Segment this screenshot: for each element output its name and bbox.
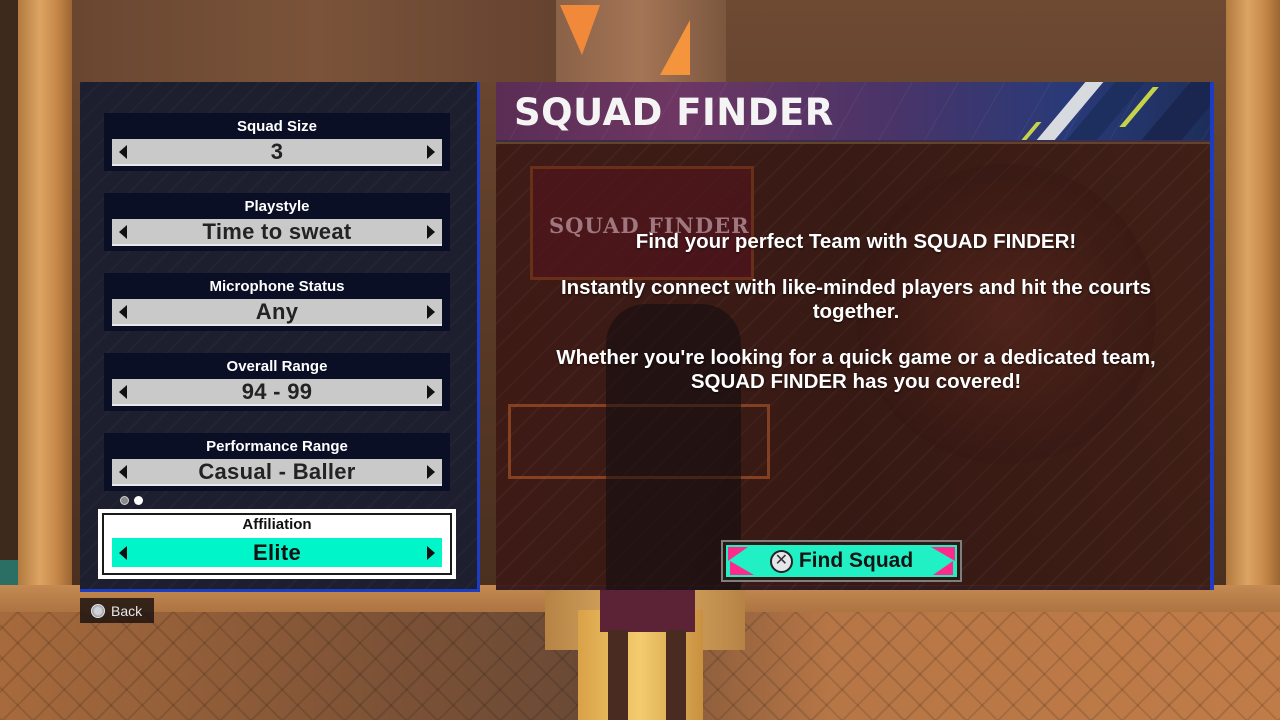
filter-label: Overall Range xyxy=(226,358,328,375)
cross-button-icon: ✕ xyxy=(769,549,793,573)
info-body: SQUAD FINDER Find your perfect Team with… xyxy=(496,144,1210,590)
filter-affiliation[interactable]: Affiliation Elite xyxy=(100,511,454,577)
arrow-left-icon[interactable] xyxy=(119,545,127,560)
player-leg xyxy=(608,630,628,720)
info-paragraph: Find your perfect Team with SQUAD FINDER… xyxy=(635,230,1077,253)
filter-squad-size[interactable]: Squad Size 3 xyxy=(104,113,450,171)
filter-label: Playstyle xyxy=(244,198,310,215)
circle-button-icon xyxy=(91,603,105,618)
filter-label: Squad Size xyxy=(236,118,318,135)
find-squad-button-face[interactable]: ✕ Find Squad xyxy=(726,545,957,577)
squad-size-selector[interactable]: 3 xyxy=(112,139,442,166)
flame-decoration xyxy=(660,20,690,75)
arrow-right-icon[interactable] xyxy=(427,384,435,399)
info-header: SQUAD FINDER xyxy=(496,82,1210,142)
lightning-bolt-icon xyxy=(931,547,955,561)
selector-value: Any xyxy=(255,298,299,324)
filter-playstyle[interactable]: Playstyle Time to sweat xyxy=(104,193,450,251)
player-leg xyxy=(666,630,686,720)
arrow-right-icon[interactable] xyxy=(427,144,435,159)
arrow-left-icon[interactable] xyxy=(119,384,127,399)
arrow-right-icon[interactable] xyxy=(427,464,435,479)
selector-value: Elite xyxy=(253,539,301,565)
performance-range-selector[interactable]: Casual - Baller xyxy=(112,459,442,486)
page-indicator xyxy=(120,496,143,505)
filter-performance-range[interactable]: Performance Range Casual - Baller xyxy=(104,433,450,491)
arrow-left-icon[interactable] xyxy=(119,464,127,479)
affiliation-selector[interactable]: Elite xyxy=(112,538,442,567)
filter-microphone-status[interactable]: Microphone Status Any xyxy=(104,273,450,331)
filter-panel: Squad Size 3 Playstyle Time to sweat Mic… xyxy=(80,82,480,592)
wall-panel xyxy=(72,0,562,82)
info-description: Find your perfect Team with SQUAD FINDER… xyxy=(536,230,1176,416)
page-dot[interactable] xyxy=(120,496,129,505)
selector-value: 3 xyxy=(270,138,284,164)
info-paragraph: Instantly connect with like-minded playe… xyxy=(560,276,1152,323)
arrow-right-icon[interactable] xyxy=(427,545,435,560)
info-panel: SQUAD FINDER SQUAD FINDER Find your perf… xyxy=(496,82,1214,590)
filter-label: Microphone Status xyxy=(209,278,345,295)
gold-pillar-left xyxy=(18,0,72,640)
gold-pillar-right xyxy=(1226,0,1280,640)
info-paragraph: Whether you're looking for a quick game … xyxy=(556,346,1156,393)
find-squad-button[interactable]: ✕ Find Squad xyxy=(721,540,962,582)
back-label: Back xyxy=(111,602,143,619)
find-squad-label: Find Squad xyxy=(798,549,914,572)
player-character xyxy=(600,590,695,720)
arrow-left-icon[interactable] xyxy=(119,224,127,239)
page-title: SQUAD FINDER xyxy=(514,91,834,134)
microphone-status-selector[interactable]: Any xyxy=(112,299,442,326)
page-dot-active[interactable] xyxy=(134,496,143,505)
selector-value: 94 - 99 xyxy=(241,378,313,404)
arrow-right-icon[interactable] xyxy=(427,304,435,319)
far-left-wall xyxy=(0,0,18,620)
filter-label: Performance Range xyxy=(206,438,348,455)
selector-value: Casual - Baller xyxy=(198,458,356,484)
lightning-bolt-icon xyxy=(728,547,748,561)
filter-label: Affiliation xyxy=(242,516,312,533)
back-button[interactable]: Back xyxy=(80,598,154,623)
filter-overall-range[interactable]: Overall Range 94 - 99 xyxy=(104,353,450,411)
overall-range-selector[interactable]: 94 - 99 xyxy=(112,379,442,406)
playstyle-selector[interactable]: Time to sweat xyxy=(112,219,442,246)
player-shorts xyxy=(600,590,695,632)
arrow-left-icon[interactable] xyxy=(119,304,127,319)
arrow-left-icon[interactable] xyxy=(119,144,127,159)
arrow-right-icon[interactable] xyxy=(427,224,435,239)
flame-decoration xyxy=(560,5,600,55)
lightning-bolt-icon xyxy=(730,561,754,575)
lightning-bolt-icon xyxy=(933,561,953,575)
selector-value: Time to sweat xyxy=(202,218,352,244)
